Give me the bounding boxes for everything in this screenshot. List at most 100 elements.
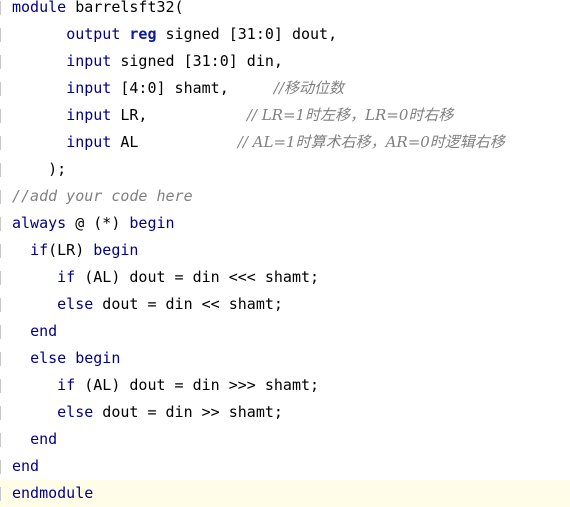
code-text: input LR, // LR=1时左移，LR=0时右移 — [12, 102, 453, 129]
code-token: @ (*) — [66, 214, 130, 232]
code-line[interactable]: if (AL) dout = din >>> shamt; — [0, 372, 570, 399]
gutter-marker — [0, 136, 4, 150]
code-line[interactable]: always @ (*) begin — [0, 210, 570, 237]
code-keyword: module — [12, 0, 67, 16]
code-keyword: input — [66, 106, 112, 124]
code-token: (AL) dout = din <<< shamt; — [75, 268, 320, 286]
gutter-marker — [0, 109, 4, 123]
code-line-current[interactable]: endmodule — [0, 480, 570, 507]
code-keyword: else — [30, 349, 67, 367]
gutter-marker — [0, 487, 4, 501]
gutter-marker — [0, 433, 4, 447]
code-keyword: if — [57, 376, 76, 394]
code-keyword: output — [66, 25, 121, 43]
code-token: signed [31:0] dout, — [156, 25, 338, 43]
code-line[interactable]: end — [0, 318, 570, 345]
code-text: always @ (*) begin — [12, 210, 175, 237]
code-text: end — [12, 426, 57, 453]
code-text: input signed [31:0] din, — [12, 48, 283, 75]
code-line[interactable]: input AL // AL=1时算术右移，AR=0时逻辑右移 — [0, 129, 570, 156]
gutter-marker — [0, 406, 4, 420]
code-line[interactable]: //add your code here — [0, 183, 570, 210]
code-line[interactable]: ); — [0, 156, 570, 183]
code-line[interactable]: output reg signed [31:0] dout, — [0, 21, 570, 48]
code-comment: // AL=1时算术右移，AR=0时逻辑右移 — [237, 133, 505, 151]
code-comment: // LR=1时左移，LR=0时右移 — [246, 106, 454, 124]
code-token: AL — [111, 133, 238, 151]
code-keyword: input — [66, 79, 112, 97]
gutter-marker — [0, 298, 4, 312]
code-text: //add your code here — [12, 183, 193, 210]
code-keyword: else — [57, 403, 94, 421]
code-text: endmodule — [12, 480, 93, 507]
code-text: output reg signed [31:0] dout, — [12, 21, 337, 48]
gutter-marker — [0, 379, 4, 393]
code-keyword: endmodule — [12, 484, 94, 502]
gutter-marker — [0, 55, 4, 69]
code-text: ); — [12, 156, 66, 183]
code-keyword: else — [57, 295, 94, 313]
gutter-marker — [0, 460, 4, 474]
code-line[interactable]: input [4:0] shamt, //移动位数 — [0, 75, 570, 102]
code-line[interactable]: input signed [31:0] din, — [0, 48, 570, 75]
code-line[interactable]: end — [0, 453, 570, 480]
code-text: if(LR) begin — [12, 237, 138, 264]
code-token: dout = din << shamt; — [93, 295, 283, 313]
code-token: dout = din >> shamt; — [93, 403, 283, 421]
code-text: input AL // AL=1时算术右移，AR=0时逻辑右移 — [12, 129, 505, 156]
code-text: if (AL) dout = din <<< shamt; — [12, 264, 319, 291]
gutter-marker — [0, 82, 4, 96]
gutter-marker — [0, 325, 4, 339]
code-keyword: if — [57, 268, 76, 286]
code-text: input [4:0] shamt, //移动位数 — [12, 75, 344, 102]
code-text: end — [12, 453, 39, 480]
gutter-marker — [0, 190, 4, 204]
code-keyword: begin — [93, 241, 139, 259]
code-text: end — [12, 318, 57, 345]
gutter-marker — [0, 271, 4, 285]
code-line[interactable]: input LR, // LR=1时左移，LR=0时右移 — [0, 102, 570, 129]
code-keyword: reg — [129, 25, 157, 43]
code-text: module barrelsft32( — [12, 0, 184, 21]
code-keyword: begin — [129, 214, 175, 232]
code-token: LR, — [111, 106, 247, 124]
gutter-marker — [0, 1, 4, 15]
code-token: signed [31:0] din, — [111, 52, 283, 70]
code-token: (AL) dout = din >>> shamt; — [75, 376, 320, 394]
code-line[interactable]: if (AL) dout = din <<< shamt; — [0, 264, 570, 291]
code-line[interactable]: end — [0, 426, 570, 453]
code-line[interactable]: else dout = din << shamt; — [0, 291, 570, 318]
code-token: (LR) — [48, 241, 94, 259]
code-line[interactable]: module barrelsft32( — [0, 0, 570, 21]
code-editor[interactable]: module barrelsft32( output reg signed [3… — [0, 0, 570, 507]
code-line[interactable]: else dout = din >> shamt; — [0, 399, 570, 426]
code-keyword: end — [12, 457, 40, 475]
code-keyword: end — [30, 430, 58, 448]
code-text: else dout = din << shamt; — [12, 291, 283, 318]
code-keyword: input — [66, 133, 112, 151]
code-line[interactable]: else begin — [0, 345, 570, 372]
code-line[interactable]: if(LR) begin — [0, 237, 570, 264]
code-keyword: end — [30, 322, 58, 340]
code-token: [4:0] shamt, — [111, 79, 274, 97]
code-keyword: always — [12, 214, 67, 232]
gutter-marker — [0, 217, 4, 231]
code-text: else dout = din >> shamt; — [12, 399, 283, 426]
code-text: if (AL) dout = din >>> shamt; — [12, 372, 319, 399]
gutter-marker — [0, 28, 4, 42]
gutter-marker — [0, 163, 4, 177]
code-comment: //add your code here — [12, 187, 193, 205]
code-keyword: input — [66, 52, 112, 70]
